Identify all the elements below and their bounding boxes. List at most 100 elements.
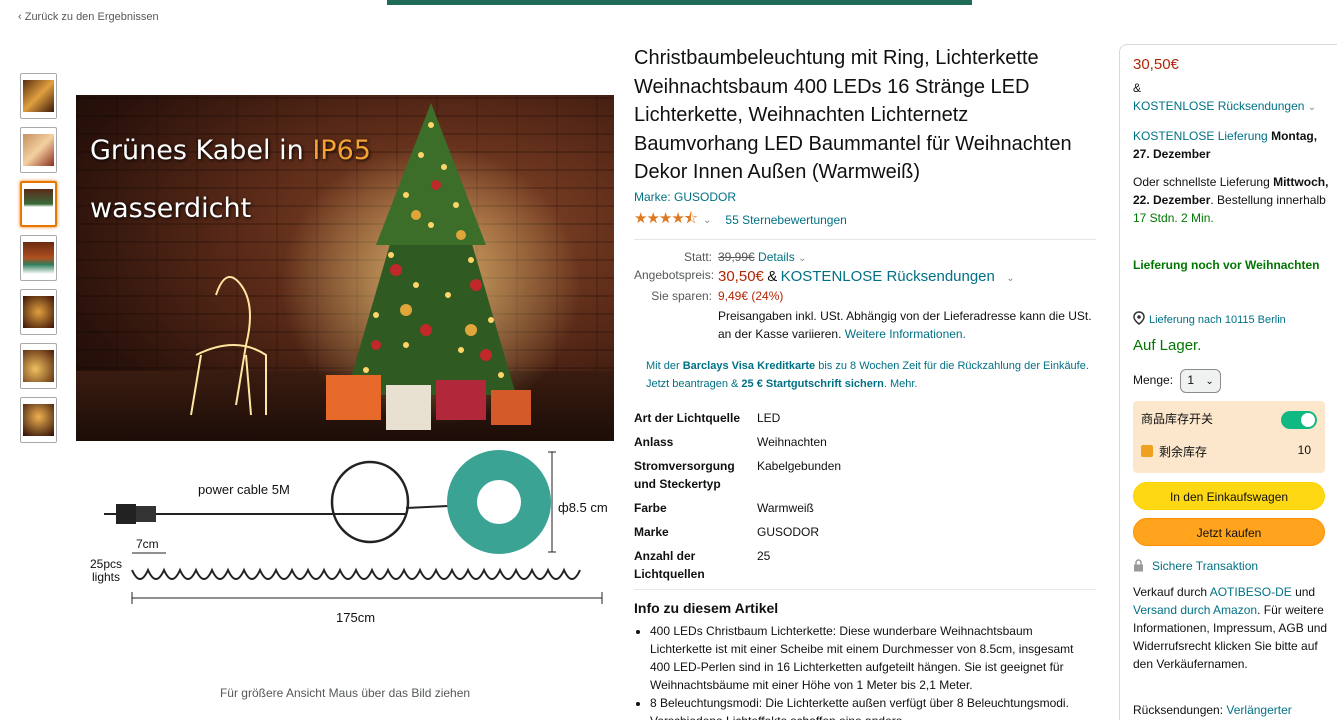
count-line2: lights bbox=[92, 570, 121, 584]
stock-toggle-switch[interactable] bbox=[1281, 411, 1317, 429]
remaining-stock-label: 剩余库存 bbox=[1159, 445, 1208, 459]
thumbnail-4[interactable] bbox=[20, 235, 57, 281]
thumbnail-2[interactable] bbox=[20, 127, 57, 173]
buy-box: 30,50€ & KOSTENLOSE Rücksendungen ⌄ KOST… bbox=[1119, 44, 1337, 720]
star-rating-icon[interactable]: ★★★★⯪ bbox=[634, 208, 698, 233]
buybox-ampersand: & bbox=[1133, 81, 1142, 95]
product-dimensions-diagram: power cable 5M ф8.5 cm 7cm 25pcs lights … bbox=[76, 448, 614, 638]
delivery-info: KOSTENLOSE Lieferung Montag, 27. Dezembe… bbox=[1133, 127, 1329, 163]
promo-suffix: . Mehr. bbox=[883, 377, 918, 390]
promo-bonus: 25 € Startgutschrift sichern bbox=[741, 377, 884, 390]
spec-key: Anlass bbox=[634, 434, 674, 449]
order-countdown: 17 Stdn. 2 Min. bbox=[1133, 211, 1214, 225]
remaining-stock-value: 10 bbox=[1297, 443, 1311, 457]
offer-price-label: Angebotspreis: bbox=[634, 267, 715, 282]
secure-transaction-link[interactable]: Sichere Transaktion bbox=[1152, 559, 1258, 573]
spec-row: Art der Lichtquelle LED bbox=[634, 409, 1096, 427]
was-price: 39,99€ bbox=[718, 249, 755, 264]
seller-prefix: Verkauf durch bbox=[1133, 585, 1210, 599]
savings-label: Sie sparen: bbox=[651, 288, 712, 303]
spec-value: 25 bbox=[757, 548, 771, 563]
spec-value: Kabelgebunden bbox=[757, 458, 842, 473]
diagram-label-diameter: ф8.5 cm bbox=[558, 500, 608, 515]
order-within-prefix: . Bestellung innerhalb bbox=[1210, 193, 1326, 207]
main-product-image[interactable]: Grünes Kabel in IP65 wasserdicht bbox=[76, 95, 614, 441]
product-specs-table: Art der Lichtquelle LED Anlass Weihnachten S… bbox=[634, 409, 1096, 583]
details-link[interactable]: Details bbox=[758, 250, 795, 264]
price-block: Statt: 39,99€ Details ⌄ Angebotspreis: 3… bbox=[634, 250, 1096, 343]
buybox-free-returns-link[interactable]: KOSTENLOSE Rücksendungen bbox=[1133, 99, 1304, 113]
quantity-select[interactable]: 1 ⌄ bbox=[1180, 369, 1221, 393]
quantity-label: Menge: bbox=[1133, 373, 1174, 387]
stock-status: Auf Lager. bbox=[1133, 337, 1202, 354]
was-price-label: Statt: bbox=[683, 249, 712, 264]
thumbnail-7[interactable] bbox=[20, 397, 57, 443]
chevron-down-icon[interactable]: ⌄ bbox=[798, 253, 806, 264]
fast-delivery-info: Oder schnellste Lieferung Mittwoch, 22. … bbox=[1133, 173, 1329, 227]
seller-link[interactable]: AOTIBESO-DE bbox=[1210, 585, 1292, 599]
more-info-link[interactable]: Weitere Informationen. bbox=[845, 327, 966, 341]
delivery-location[interactable]: Lieferung nach 10115 Berlin bbox=[1133, 311, 1329, 329]
seller-and: und bbox=[1291, 585, 1316, 599]
savings-value: 9,49€ (24%) bbox=[718, 288, 784, 303]
spec-value: LED bbox=[757, 410, 781, 425]
lock-icon bbox=[1134, 559, 1143, 572]
fulfilled-by-link[interactable]: Versand durch Amazon bbox=[1133, 603, 1257, 617]
quantity-value: 1 bbox=[1187, 373, 1195, 387]
delivery-location-link[interactable]: Lieferung nach 10115 Berlin bbox=[1149, 314, 1286, 326]
thumbnail-1[interactable] bbox=[20, 73, 57, 119]
returns-link[interactable]: Verlängerter bbox=[1226, 703, 1291, 717]
thumbnail-3[interactable] bbox=[20, 181, 57, 227]
add-to-cart-button[interactable]: In den Einkaufswagen bbox=[1133, 482, 1325, 510]
promo-prefix: Mit der bbox=[646, 359, 683, 372]
rating-row: ★★★★⯪ ⌄ 55 Sternebewertungen bbox=[634, 208, 1096, 233]
toggle-knob bbox=[1301, 413, 1315, 427]
top-banner-ad[interactable] bbox=[387, 0, 972, 5]
diagram-label-cable: power cable 5M bbox=[198, 482, 290, 497]
product-title: Christbaumbeleuchtung mit Ring, Lichterk… bbox=[634, 47, 1072, 183]
spec-key: Art der Lichtquelle bbox=[634, 410, 741, 425]
diagram-label-length: 175cm bbox=[336, 610, 376, 625]
promo-card: Barclays Visa Kreditkarte bbox=[682, 359, 816, 372]
quantity-row: Menge: 1 ⌄ bbox=[1133, 369, 1329, 393]
about-bullet: 8 Beleuchtungsmodi: Die Lichterkette auß… bbox=[650, 694, 1096, 720]
brand-link[interactable]: Marke: GUSODOR bbox=[634, 190, 1096, 204]
divider bbox=[634, 588, 1096, 590]
buy-now-button[interactable]: Jetzt kaufen bbox=[1133, 518, 1325, 546]
diagram-label-count: 25pcs lights bbox=[90, 558, 122, 584]
thumbnail-5[interactable] bbox=[20, 289, 57, 335]
chevron-down-icon[interactable]: ⌄ bbox=[703, 215, 711, 226]
spec-row: Stromversorgung und Steckertyp Kabelgebun… bbox=[634, 457, 1096, 493]
thumbnail-6[interactable] bbox=[20, 343, 57, 389]
was-price-row: Statt: 39,99€ Details ⌄ bbox=[634, 250, 1096, 264]
returns-info: Rücksendungen: Verlängerter bbox=[1133, 701, 1329, 719]
secure-transaction[interactable]: Sichere Transaktion bbox=[1133, 557, 1329, 575]
free-returns-link[interactable]: KOSTENLOSE Rücksendungen bbox=[781, 268, 995, 285]
spec-key: Farbe bbox=[634, 500, 667, 515]
barclays-promo[interactable]: Mit der Barclays Visa Kreditkarte bis zu… bbox=[634, 357, 1096, 393]
spec-row: Farbe Warmweiß bbox=[634, 499, 1096, 517]
chevron-down-icon[interactable]: ⌄ bbox=[1308, 102, 1316, 113]
about-bullets: 400 LEDs Christbaum Lichterkette: Diese … bbox=[634, 622, 1096, 720]
chevron-down-icon[interactable]: ⌄ bbox=[1006, 273, 1014, 284]
spec-value: Weihnachten bbox=[757, 434, 827, 449]
product-details-column: Christbaumbeleuchtung mit Ring, Lichterk… bbox=[634, 44, 1096, 720]
fast-delivery-prefix: Oder schnellste Lieferung bbox=[1133, 175, 1274, 189]
diagram-label-spacing: 7cm bbox=[136, 537, 159, 551]
divider bbox=[634, 238, 1096, 240]
free-delivery-link[interactable]: KOSTENLOSE Lieferung bbox=[1133, 129, 1268, 143]
back-to-results-link[interactable]: ‹ Zurück zu den Ergebnissen bbox=[18, 11, 159, 23]
about-section-title: Info zu diesem Artikel bbox=[634, 599, 779, 616]
spec-row: Anzahl der Lichtquellen 25 bbox=[634, 547, 1096, 583]
buybox-free-returns[interactable]: KOSTENLOSE Rücksendungen ⌄ bbox=[1133, 97, 1329, 117]
ratings-count-link[interactable]: 55 Sternebewertungen bbox=[725, 213, 846, 227]
savings-row: Sie sparen: 9,49€ (24%) bbox=[634, 289, 1096, 303]
image-headline-line2: wasserdicht bbox=[90, 193, 252, 224]
extension-stock-panel: 商品库存开关 剩余库存 10 bbox=[1133, 401, 1325, 473]
stock-toggle-label: 商品库存开关 bbox=[1141, 412, 1214, 426]
stock-icon bbox=[1141, 445, 1153, 457]
spec-key: Marke bbox=[634, 524, 669, 539]
chevron-down-icon: ⌄ bbox=[1205, 376, 1214, 387]
buybox-price: 30,50€ bbox=[1133, 56, 1329, 74]
seller-info: Verkauf durch AOTIBESO-DE und Versand du… bbox=[1133, 583, 1329, 673]
